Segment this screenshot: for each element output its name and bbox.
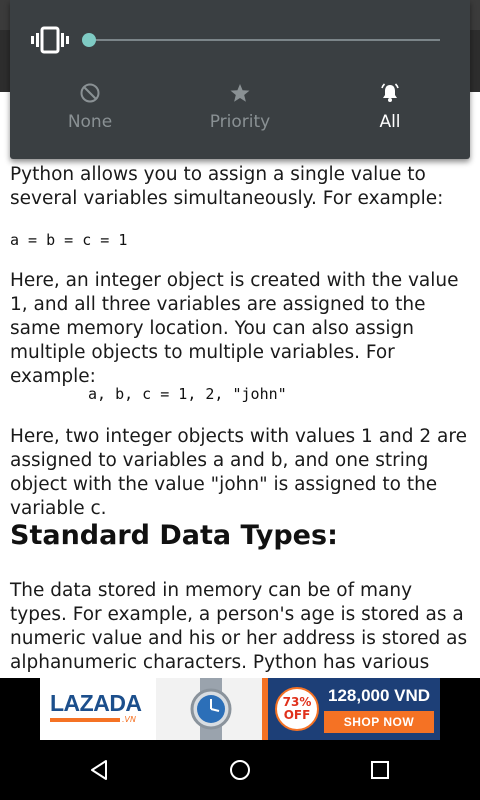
ad-brand-text: LAZADA — [50, 690, 142, 716]
paragraph-2: Here, an integer object is created with … — [10, 270, 459, 387]
paragraph-3: Here, two integer objects with values 1 … — [10, 426, 467, 519]
volume-slider-thumb[interactable] — [82, 33, 96, 47]
ad-shop-now-button[interactable]: SHOP NOW — [324, 711, 434, 733]
code-line-2: a, b, c = 1, 2, "john" — [88, 385, 287, 403]
back-icon — [91, 760, 107, 780]
star-icon — [230, 84, 250, 102]
ad-divider — [262, 678, 268, 740]
mode-none[interactable]: None — [30, 82, 150, 142]
recents-button[interactable] — [360, 754, 400, 786]
mode-all-label: All — [379, 112, 401, 132]
ad-banner[interactable]: LAZADA .VN 73% OFF 128,000 VND SHOP NOW — [40, 678, 440, 740]
article-content: Python allows you to assign a single val… — [0, 92, 480, 678]
vibrate-button[interactable] — [30, 25, 70, 55]
mode-all[interactable]: All — [330, 82, 450, 142]
mode-priority-label: Priority — [209, 112, 271, 132]
back-button[interactable] — [80, 754, 120, 786]
home-icon — [230, 760, 250, 780]
ad-price: 128,000 VND — [328, 686, 431, 705]
vibrate-icon — [31, 26, 69, 54]
volume-panel: None Priority All — [10, 0, 470, 159]
ad-container: LAZADA .VN 73% OFF 128,000 VND SHOP NOW — [0, 678, 480, 740]
code-line-1: a = b = c = 1 — [10, 231, 128, 249]
paragraph-4: The data stored in memory can be of many… — [10, 580, 468, 673]
ad-brand-underline — [50, 718, 120, 722]
mode-none-label: None — [67, 112, 113, 132]
paragraph-1: Python allows you to assign a single val… — [10, 164, 444, 209]
section-heading: Standard Data Types: — [10, 520, 338, 551]
ad-logo: LAZADA .VN — [40, 678, 156, 740]
mode-priority[interactable]: Priority — [180, 82, 300, 142]
home-button[interactable] — [220, 754, 260, 786]
watch-icon — [190, 678, 232, 740]
none-icon — [80, 83, 100, 103]
navigation-bar — [0, 740, 480, 800]
volume-slider-track[interactable] — [88, 39, 440, 41]
recents-icon — [371, 761, 389, 779]
ad-discount-badge: 73% OFF — [275, 687, 319, 731]
ad-discount-off: OFF — [283, 708, 311, 722]
bell-icon — [381, 83, 399, 102]
ad-product-image — [156, 678, 266, 740]
ad-brand-suffix: .VN — [122, 715, 136, 724]
